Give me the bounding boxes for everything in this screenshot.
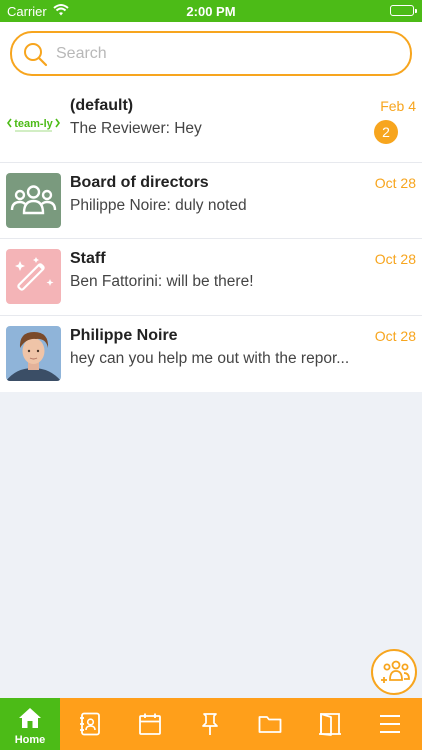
group-icon [6, 172, 61, 228]
conversation-date: Feb 4 [380, 98, 416, 114]
unread-badge: 2 [374, 120, 398, 144]
tab-menu[interactable] [360, 698, 420, 750]
conversation-preview: The Reviewer: Hey [70, 120, 202, 137]
team-ly-logo: team-ly [6, 96, 61, 151]
search-icon [22, 41, 48, 72]
conversation-row-staff[interactable]: Staff Ben Fattorini: will be there! Oct … [0, 239, 422, 316]
magic-wand-icon [6, 249, 61, 304]
tab-pinned[interactable] [180, 698, 240, 750]
tab-home[interactable]: Home [0, 698, 60, 750]
conversation-row-default[interactable]: team-ly (default) The Reviewer: Hey Feb … [0, 86, 422, 163]
conversation-title: (default) [70, 97, 134, 114]
new-group-button[interactable] [371, 649, 417, 695]
status-time: 2:00 PM [186, 4, 236, 19]
tab-contacts[interactable] [60, 698, 120, 750]
battery-icon [390, 5, 417, 16]
conversation-row-philippe[interactable]: Philippe Noire hey can you help me out w… [0, 316, 422, 393]
tab-files[interactable] [240, 698, 300, 750]
status-bar: Carrier 2:00 PM [0, 0, 422, 22]
search-header [0, 22, 422, 86]
conversation-title: Board of directors [70, 173, 209, 191]
tab-home-label: Home [14, 734, 46, 746]
tab-rooms[interactable] [300, 698, 360, 750]
conversation-date: Oct 28 [374, 174, 416, 191]
search-bar[interactable] [10, 31, 412, 76]
search-input[interactable] [56, 41, 396, 67]
tab-calendar[interactable] [120, 698, 180, 750]
logo-text: team-ly [14, 118, 53, 130]
conversation-preview: Philippe Noire: duly noted [70, 196, 247, 214]
conversation-title: Philippe Noire [70, 326, 178, 344]
tab-bar: Home [0, 698, 422, 750]
conversation-preview: hey can you help me out with the repor..… [70, 349, 350, 367]
conversation-list: team-ly (default) The Reviewer: Hey Feb … [0, 86, 422, 392]
conversation-date: Oct 28 [374, 327, 416, 344]
user-photo [6, 325, 61, 381]
conversation-title: Staff [70, 250, 106, 267]
conversation-preview: Ben Fattorini: will be there! [70, 273, 254, 290]
conversation-date: Oct 28 [374, 251, 416, 267]
conversation-row-board[interactable]: Board of directors Philippe Noire: duly … [0, 163, 422, 239]
